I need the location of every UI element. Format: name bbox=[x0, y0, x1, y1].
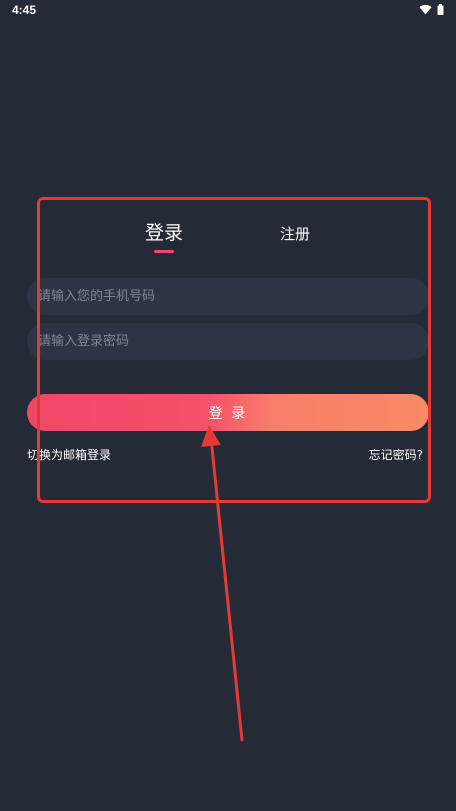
active-tab-indicator bbox=[154, 250, 174, 253]
login-button[interactable]: 登 录 bbox=[27, 394, 429, 431]
switch-email-login-link[interactable]: 切换为邮箱登录 bbox=[27, 446, 111, 463]
tab-register[interactable]: 注册 bbox=[280, 223, 310, 244]
forgot-password-link[interactable]: 忘记密码? bbox=[369, 446, 423, 463]
wifi-icon bbox=[419, 4, 432, 15]
status-bar: 4:45 bbox=[0, 0, 456, 22]
phone-input[interactable] bbox=[27, 278, 429, 315]
status-time: 4:45 bbox=[12, 3, 37, 17]
auth-tabs: 登录 注册 bbox=[0, 218, 456, 258]
password-input[interactable] bbox=[27, 323, 429, 360]
tab-login[interactable]: 登录 bbox=[145, 218, 183, 245]
battery-icon bbox=[437, 4, 444, 15]
status-icons bbox=[419, 4, 444, 15]
